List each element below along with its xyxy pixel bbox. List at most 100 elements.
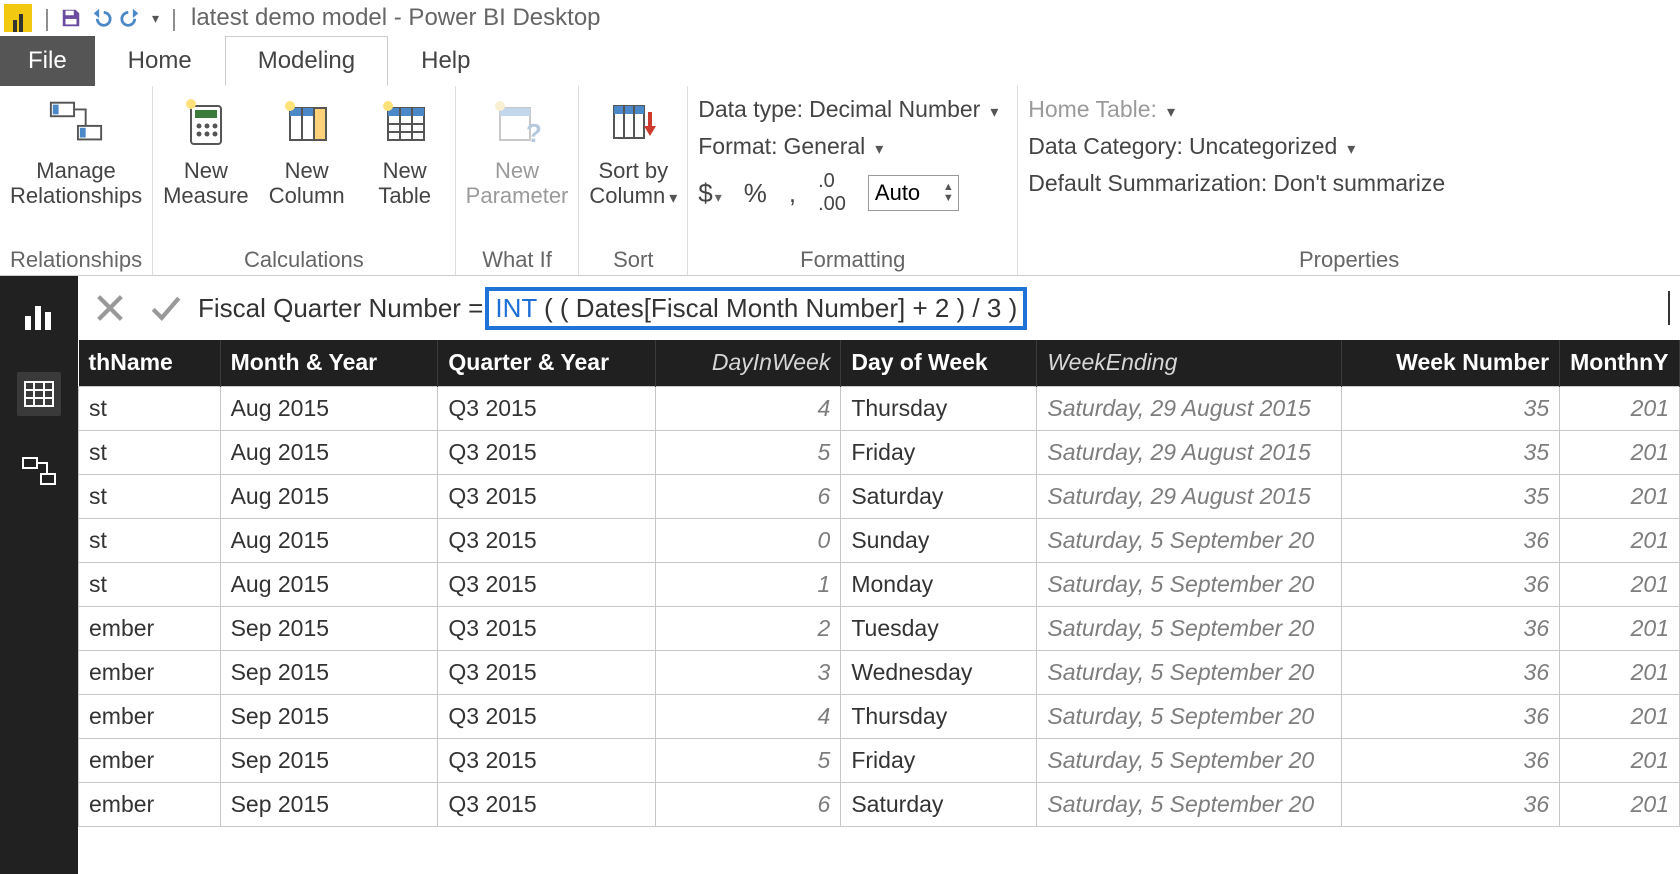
cell-week-ending[interactable]: Saturday, 29 August 2015 [1037, 386, 1342, 430]
table-row[interactable]: emberSep 2015Q3 20153WednesdaySaturday, … [79, 650, 1680, 694]
decimal-places-input[interactable] [869, 178, 939, 208]
cell-quarter-year[interactable]: Q3 2015 [438, 694, 656, 738]
data-grid[interactable]: thName Month & Year Quarter & Year DayIn… [78, 340, 1680, 874]
undo-button[interactable] [86, 3, 116, 33]
cell-month-n-year[interactable]: 201 [1560, 430, 1680, 474]
cell-day-in-week[interactable]: 1 [656, 562, 841, 606]
cell-month-n-year[interactable]: 201 [1560, 474, 1680, 518]
cell-week-number[interactable]: 36 [1342, 562, 1560, 606]
cell-day-of-week[interactable]: Friday [841, 738, 1037, 782]
formula-cancel-button[interactable] [86, 284, 134, 332]
percent-format-button[interactable]: % [744, 178, 767, 209]
data-view-button[interactable] [17, 372, 61, 416]
cell-month-name[interactable]: st [79, 518, 221, 562]
cell-day-in-week[interactable]: 6 [656, 782, 841, 826]
formula-input[interactable]: Fiscal Quarter Number = INT ( ( Dates[Fi… [198, 284, 1672, 332]
table-row[interactable]: stAug 2015Q3 20150SundaySaturday, 5 Sept… [79, 518, 1680, 562]
cell-week-number[interactable]: 35 [1342, 474, 1560, 518]
table-row[interactable]: emberSep 2015Q3 20156SaturdaySaturday, 5… [79, 782, 1680, 826]
cell-day-in-week[interactable]: 4 [656, 386, 841, 430]
cell-day-in-week[interactable]: 3 [656, 650, 841, 694]
table-row[interactable]: emberSep 2015Q3 20152TuesdaySaturday, 5 … [79, 606, 1680, 650]
cell-week-number[interactable]: 36 [1342, 782, 1560, 826]
model-view-button[interactable] [17, 450, 61, 494]
cell-week-number[interactable]: 35 [1342, 430, 1560, 474]
table-row[interactable]: stAug 2015Q3 20156SaturdaySaturday, 29 A… [79, 474, 1680, 518]
cell-day-of-week[interactable]: Saturday [841, 474, 1037, 518]
cell-quarter-year[interactable]: Q3 2015 [438, 650, 656, 694]
table-row[interactable]: stAug 2015Q3 20151MondaySaturday, 5 Sept… [79, 562, 1680, 606]
cell-month-year[interactable]: Sep 2015 [220, 606, 438, 650]
cell-month-year[interactable]: Aug 2015 [220, 386, 438, 430]
cell-day-in-week[interactable]: 6 [656, 474, 841, 518]
cell-month-n-year[interactable]: 201 [1560, 650, 1680, 694]
table-row[interactable]: stAug 2015Q3 20155FridaySaturday, 29 Aug… [79, 430, 1680, 474]
currency-format-button[interactable]: $ [698, 178, 722, 209]
formula-commit-button[interactable] [142, 284, 190, 332]
cell-month-year[interactable]: Sep 2015 [220, 650, 438, 694]
cell-month-year[interactable]: Sep 2015 [220, 738, 438, 782]
tab-home[interactable]: Home [95, 36, 225, 86]
cell-week-number[interactable]: 36 [1342, 606, 1560, 650]
cell-month-year[interactable]: Aug 2015 [220, 474, 438, 518]
default-summarization-dropdown[interactable]: Default Summarization: Don't summarize [1028, 170, 1445, 197]
cell-month-n-year[interactable]: 201 [1560, 782, 1680, 826]
cell-quarter-year[interactable]: Q3 2015 [438, 606, 656, 650]
redo-button[interactable] [116, 3, 146, 33]
cell-quarter-year[interactable]: Q3 2015 [438, 782, 656, 826]
col-day-of-week[interactable]: Day of Week [841, 340, 1037, 386]
col-month-year[interactable]: Month & Year [220, 340, 438, 386]
cell-week-number[interactable]: 36 [1342, 694, 1560, 738]
cell-month-name[interactable]: st [79, 562, 221, 606]
cell-month-name[interactable]: ember [79, 650, 221, 694]
cell-week-number[interactable]: 36 [1342, 650, 1560, 694]
cell-day-of-week[interactable]: Sunday [841, 518, 1037, 562]
col-month-name[interactable]: thName [79, 340, 221, 386]
tab-file[interactable]: File [0, 36, 95, 86]
cell-week-number[interactable]: 35 [1342, 386, 1560, 430]
cell-month-n-year[interactable]: 201 [1560, 562, 1680, 606]
cell-day-of-week[interactable]: Wednesday [841, 650, 1037, 694]
cell-quarter-year[interactable]: Q3 2015 [438, 386, 656, 430]
cell-week-ending[interactable]: Saturday, 5 September 20 [1037, 518, 1342, 562]
save-button[interactable] [56, 3, 86, 33]
cell-week-ending[interactable]: Saturday, 5 September 20 [1037, 782, 1342, 826]
data-category-dropdown[interactable]: Data Category: Uncategorized [1028, 133, 1445, 160]
cell-day-of-week[interactable]: Thursday [841, 386, 1037, 430]
cell-week-ending[interactable]: Saturday, 5 September 20 [1037, 738, 1342, 782]
cell-day-in-week[interactable]: 4 [656, 694, 841, 738]
data-type-dropdown[interactable]: Data type: Decimal Number [698, 96, 998, 123]
new-table-button[interactable]: New Table [365, 92, 445, 209]
table-row[interactable]: emberSep 2015Q3 20154ThursdaySaturday, 5… [79, 694, 1680, 738]
manage-relationships-button[interactable]: Manage Relationships [10, 92, 142, 209]
table-row[interactable]: emberSep 2015Q3 20155FridaySaturday, 5 S… [79, 738, 1680, 782]
cell-month-name[interactable]: ember [79, 782, 221, 826]
cell-week-ending[interactable]: Saturday, 5 September 20 [1037, 650, 1342, 694]
cell-week-ending[interactable]: Saturday, 5 September 20 [1037, 606, 1342, 650]
cell-month-n-year[interactable]: 201 [1560, 738, 1680, 782]
cell-month-year[interactable]: Sep 2015 [220, 782, 438, 826]
cell-week-number[interactable]: 36 [1342, 518, 1560, 562]
cell-week-number[interactable]: 36 [1342, 738, 1560, 782]
table-row[interactable]: stAug 2015Q3 20154ThursdaySaturday, 29 A… [79, 386, 1680, 430]
cell-quarter-year[interactable]: Q3 2015 [438, 430, 656, 474]
cell-day-in-week[interactable]: 0 [656, 518, 841, 562]
cell-week-ending[interactable]: Saturday, 5 September 20 [1037, 562, 1342, 606]
cell-month-year[interactable]: Aug 2015 [220, 562, 438, 606]
stepper-arrows[interactable]: ▲▼ [939, 182, 958, 204]
cell-week-ending[interactable]: Saturday, 5 September 20 [1037, 694, 1342, 738]
cell-month-name[interactable]: ember [79, 694, 221, 738]
cell-month-n-year[interactable]: 201 [1560, 386, 1680, 430]
cell-quarter-year[interactable]: Q3 2015 [438, 518, 656, 562]
tab-help[interactable]: Help [388, 36, 503, 86]
cell-day-of-week[interactable]: Friday [841, 430, 1037, 474]
new-column-button[interactable]: New Column [267, 92, 347, 209]
tab-modeling[interactable]: Modeling [225, 36, 388, 86]
cell-month-name[interactable]: ember [79, 606, 221, 650]
cell-day-of-week[interactable]: Monday [841, 562, 1037, 606]
cell-month-name[interactable]: ember [79, 738, 221, 782]
col-week-number[interactable]: Week Number [1342, 340, 1560, 386]
thousands-separator-button[interactable]: , [789, 178, 796, 209]
col-week-ending[interactable]: WeekEnding [1037, 340, 1342, 386]
col-quarter-year[interactable]: Quarter & Year [438, 340, 656, 386]
